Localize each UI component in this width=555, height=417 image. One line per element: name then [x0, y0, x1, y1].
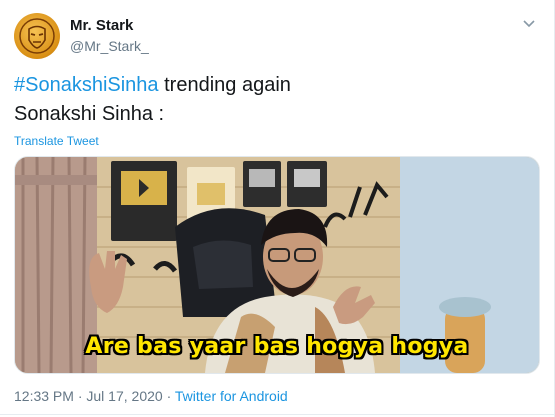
meta-separator: ·	[73, 388, 87, 404]
tweet-menu-button[interactable]	[521, 17, 537, 29]
user-handle[interactable]: @Mr_Stark_	[70, 38, 149, 54]
tweet-source-link[interactable]: Twitter for Android	[175, 388, 288, 404]
avatar[interactable]	[14, 13, 60, 59]
tweet-card: Mr. Stark @Mr_Stark_ #SonakshiSinha tren…	[0, 0, 555, 417]
tweet-media-image[interactable]: Are bas yaar bas hogya hogya	[14, 156, 540, 374]
tweet-text-line-1: #SonakshiSinha trending again	[14, 74, 291, 97]
chevron-down-icon	[523, 20, 535, 28]
tweet-time[interactable]: 12:33 PM	[14, 388, 74, 404]
tweet-text: trending again	[158, 74, 291, 96]
display-name[interactable]: Mr. Stark	[70, 17, 133, 34]
tweet-date[interactable]: Jul 17, 2020	[86, 388, 162, 404]
meta-separator-2: ·	[162, 388, 175, 404]
translate-tweet-link[interactable]: Translate Tweet	[14, 134, 99, 148]
divider	[0, 414, 555, 415]
meme-caption: Are bas yaar bas hogya hogya	[85, 334, 469, 359]
hashtag-link[interactable]: #SonakshiSinha	[14, 74, 159, 96]
tweet-metadata: 12:33 PM · Jul 17, 2020 · Twitter for An…	[14, 388, 288, 404]
iron-man-helmet-icon	[19, 18, 55, 54]
tweet-text-line-2: Sonakshi Sinha :	[14, 103, 165, 125]
